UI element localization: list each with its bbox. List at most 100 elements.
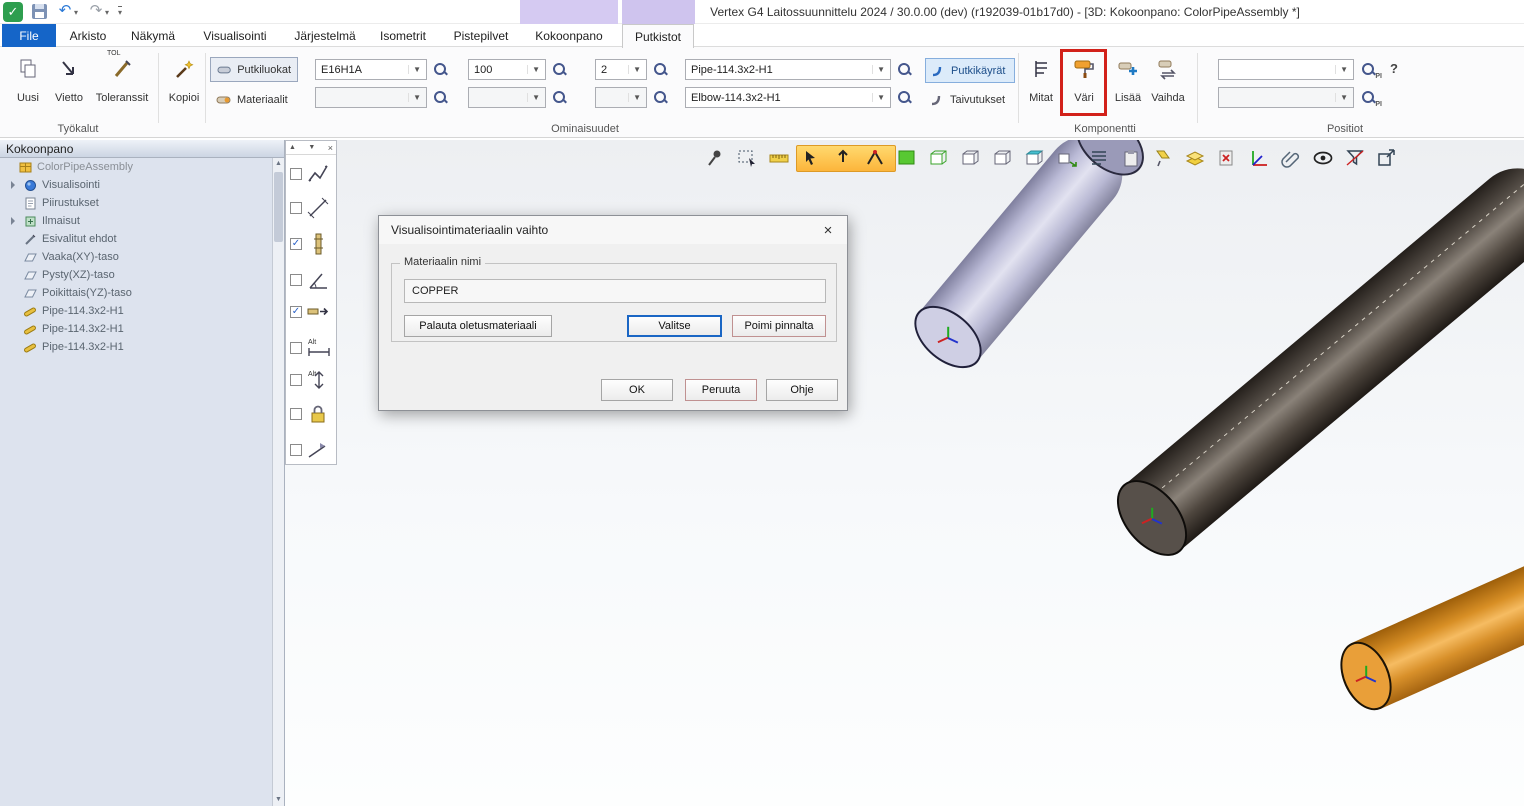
mitat-button[interactable]: Mitat: [1023, 52, 1059, 106]
position-search-button[interactable]: PI: [1358, 59, 1380, 80]
ruler-icon[interactable]: [766, 146, 792, 170]
position-combo[interactable]: ▼: [1218, 59, 1354, 80]
menu-pistepilvet[interactable]: Pistepilvet: [444, 24, 518, 47]
checkbox-alt-dimension-h[interactable]: [290, 342, 302, 354]
cube-view-icon[interactable]: [958, 146, 984, 170]
slope-pen-icon[interactable]: [306, 438, 330, 462]
checkbox-pipe-flow[interactable]: ✓: [290, 306, 302, 318]
tree-scrollbar[interactable]: ▲ ▼: [272, 158, 284, 806]
wire-cube-icon[interactable]: [926, 146, 952, 170]
menu-jarjestelma[interactable]: Järjestelmä: [286, 24, 364, 47]
checkbox-alt-dimension-v[interactable]: [290, 374, 302, 386]
chevron-down-icon[interactable]: ▼: [628, 65, 641, 74]
snap-free-cursor-icon[interactable]: [798, 146, 824, 170]
eye-icon[interactable]: [1310, 146, 1336, 170]
measure-polyline-icon[interactable]: [306, 162, 330, 186]
select-material-button[interactable]: Valitse: [627, 315, 722, 337]
chevron-down-icon[interactable]: ▼: [527, 65, 540, 74]
help-icon[interactable]: ?: [1390, 61, 1398, 76]
pipe-class-search-button[interactable]: [430, 59, 452, 80]
chevron-down-icon[interactable]: ▼: [872, 93, 885, 102]
snap-corner-cursor-icon[interactable]: [862, 146, 888, 170]
checkbox-slope[interactable]: [290, 444, 302, 456]
chevron-down-icon[interactable]: ▼: [527, 93, 540, 102]
materiaalit-button[interactable]: Materiaalit: [210, 87, 298, 112]
quick-access-customize-icon[interactable]: ▾: [118, 6, 122, 17]
count-combo[interactable]: 2▼: [595, 59, 647, 80]
chevron-down-icon[interactable]: ▼: [408, 93, 421, 102]
size-search-button[interactable]: [549, 59, 571, 80]
app-icon[interactable]: ✓: [3, 2, 23, 22]
reset-default-material-button[interactable]: Palauta oletusmateriaali: [404, 315, 552, 337]
tree-item-colorpipeassembly[interactable]: ColorPipeAssembly: [0, 158, 284, 176]
lamp-icon[interactable]: [1150, 146, 1176, 170]
filter-off-icon[interactable]: [1342, 146, 1368, 170]
dimension-diagonal-icon[interactable]: [306, 196, 330, 220]
tree-item-pipe-1[interactable]: Pipe-114.3x2-H1: [0, 302, 284, 320]
purge-icon[interactable]: [1214, 146, 1240, 170]
count-search-button-2[interactable]: [650, 87, 672, 108]
undo-icon[interactable]: ↶: [55, 1, 75, 19]
menu-visualisointi[interactable]: Visualisointi: [192, 24, 278, 47]
strip-up-icon[interactable]: ▲: [289, 144, 296, 151]
tree-item-esivalitut-ehdot[interactable]: Esivalitut ehdot: [0, 230, 284, 248]
tree-item-pysty-xz-taso[interactable]: Pysty(XZ)-taso: [0, 266, 284, 284]
putkikayrat-toggle[interactable]: Putkikäyrät: [925, 58, 1015, 83]
tree-item-piirustukset[interactable]: Piirustukset: [0, 194, 284, 212]
select-window-icon[interactable]: [734, 146, 760, 170]
tree-item-visualisointi[interactable]: Visualisointi: [0, 176, 284, 194]
toleranssit-button[interactable]: TOL Toleranssit: [92, 52, 152, 106]
angle-dimension-icon[interactable]: [306, 268, 330, 292]
redo-dropdown-icon[interactable]: ▾: [105, 8, 109, 17]
elbow-part-search-button[interactable]: [894, 87, 916, 108]
pipe-part-search-button[interactable]: [894, 59, 916, 80]
menu-file[interactable]: File: [2, 24, 56, 47]
expand-chevron-icon[interactable]: [8, 181, 18, 189]
pipe-dark[interactable]: [1124, 151, 1524, 551]
menu-kokoonpano[interactable]: Kokoonpano: [526, 24, 612, 47]
checkbox-measure-polyline[interactable]: [290, 168, 302, 180]
tree-item-ilmaisut[interactable]: Ilmaisut: [0, 212, 284, 230]
size-combo-2[interactable]: ▼: [468, 87, 546, 108]
cube-view-icon-2[interactable]: [990, 146, 1016, 170]
chevron-down-icon[interactable]: ▼: [628, 93, 641, 102]
pin-icon[interactable]: [702, 146, 728, 170]
menu-nakyma[interactable]: Näkymä: [122, 24, 184, 47]
pipe-part-combo[interactable]: Pipe-114.3x2-H1▼: [685, 59, 891, 80]
pipe-class-search-button-2[interactable]: [430, 87, 452, 108]
kopioi-button[interactable]: Kopioi: [164, 52, 204, 106]
count-search-button[interactable]: [650, 59, 672, 80]
box-select-green-icon[interactable]: [894, 146, 920, 170]
size-search-button-2[interactable]: [549, 87, 571, 108]
help-button[interactable]: Ohje: [766, 379, 838, 401]
lock-icon[interactable]: [306, 402, 330, 426]
tree-item-poikittais-yz-taso[interactable]: Poikittais(YZ)-taso: [0, 284, 284, 302]
alt-dimension-h-icon[interactable]: Alt: [306, 336, 332, 360]
cube-arrow-icon[interactable]: [1054, 146, 1080, 170]
position-search-button-2[interactable]: PI: [1358, 87, 1380, 108]
pipe-flow-icon[interactable]: [306, 300, 330, 324]
menu-isometrit[interactable]: Isometrit: [370, 24, 436, 47]
taivutukset-button[interactable]: Taivutukset: [925, 87, 1015, 112]
tree-item-pipe-3[interactable]: Pipe-114.3x2-H1: [0, 338, 284, 356]
scrollbar-thumb[interactable]: [274, 172, 283, 242]
size-combo[interactable]: 100▼: [468, 59, 546, 80]
strip-down-icon[interactable]: ▼: [308, 144, 315, 151]
cancel-button[interactable]: Peruuta: [685, 379, 757, 401]
pick-from-surface-button[interactable]: Poimi pinnalta: [732, 315, 826, 337]
count-combo-2[interactable]: ▼: [595, 87, 647, 108]
pipe-vertical-icon[interactable]: [306, 232, 330, 256]
share-window-icon[interactable]: [1374, 146, 1400, 170]
pipe-class-combo[interactable]: E16H1A▼: [315, 59, 427, 80]
alt-dimension-v-icon[interactable]: Alt: [306, 368, 332, 392]
position-combo-2[interactable]: ▼: [1218, 87, 1354, 108]
menu-arkisto[interactable]: Arkisto: [60, 24, 116, 47]
ok-button[interactable]: OK: [601, 379, 673, 401]
tree-item-pipe-2[interactable]: Pipe-114.3x2-H1: [0, 320, 284, 338]
chevron-down-icon[interactable]: ▼: [872, 65, 885, 74]
scroll-up-icon[interactable]: ▲: [273, 158, 284, 170]
chevron-down-icon[interactable]: ▼: [1335, 65, 1348, 74]
putkiluokat-toggle[interactable]: Putkiluokat: [210, 57, 298, 82]
checkbox-dimension-diagonal[interactable]: [290, 202, 302, 214]
menu-putkistot-selected[interactable]: Putkistot: [622, 24, 694, 48]
